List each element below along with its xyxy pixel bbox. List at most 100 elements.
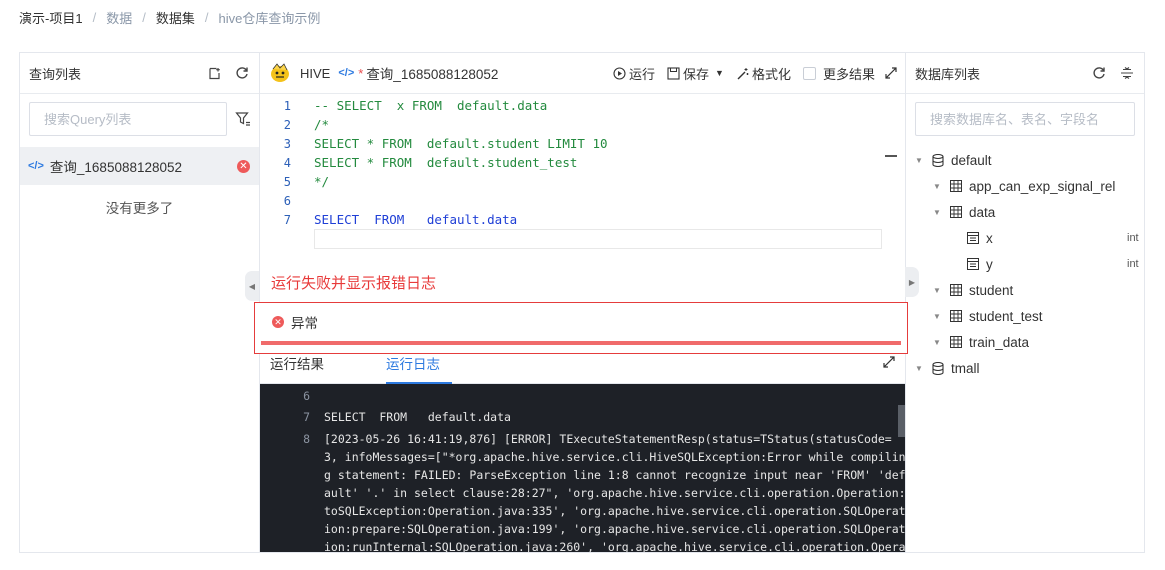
code-line: 1 -- SELECT x FROM default.data	[260, 96, 885, 115]
log-line-number: 8	[303, 432, 310, 446]
chevron-down-icon[interactable]: ▼	[933, 312, 941, 321]
play-icon	[613, 66, 626, 80]
sql-editor[interactable]: 1 -- SELECT x FROM default.data 2 /* 3 S…	[260, 94, 905, 264]
magic-wand-icon	[737, 67, 749, 79]
column-icon	[967, 258, 979, 270]
tab-run-log[interactable]: 运行日志	[386, 354, 452, 384]
collapse-right-handle[interactable]: ▶	[905, 267, 919, 297]
database-list-panel: 数据库列表 ▼ default ▼ app_can_exp_signal_rel	[905, 53, 1144, 552]
collapse-left-handle[interactable]: ◀	[245, 271, 259, 301]
tab-run-results[interactable]: 运行结果	[270, 354, 324, 384]
line-number: 5	[283, 174, 291, 189]
tree-label: tmall	[951, 360, 980, 376]
table-icon	[950, 336, 962, 348]
tree-label: app_can_exp_signal_rel	[969, 178, 1116, 194]
active-line-highlight	[314, 229, 882, 249]
chevron-down-icon[interactable]: ▼	[933, 208, 941, 217]
chevron-down-icon[interactable]: ▼	[933, 286, 941, 295]
editor-toolbar: HIVE </> * 查询_1685088128052 运行 保存 ▼ 格式化 …	[260, 53, 905, 94]
breadcrumb-separator: /	[204, 9, 209, 25]
table-icon	[950, 284, 962, 296]
chevron-down-icon[interactable]: ▼	[933, 338, 941, 347]
query-item-name: 查询_1685088128052	[49, 160, 183, 175]
code-line: 3 SELECT * FROM default.student LIMIT 10	[260, 134, 885, 153]
query-list-item[interactable]: </> 查询_1685088128052 ✕	[20, 147, 259, 185]
annotation-text: 运行失败并显示报错日志	[271, 275, 437, 292]
log-scrollbar[interactable]	[898, 405, 905, 437]
column-type: int	[1127, 232, 1139, 244]
delete-query-icon[interactable]: ✕	[237, 159, 250, 173]
code-line: 7 SELECT FROM default.data	[260, 210, 885, 229]
run-button[interactable]: 运行	[613, 64, 655, 83]
chevron-down-icon[interactable]: ▼	[715, 68, 724, 78]
line-number: 7	[283, 212, 291, 227]
tree-column-x[interactable]: x int	[967, 227, 1139, 249]
log-text: 3, infoMessages=["*org.apache.hive.servi…	[324, 450, 905, 464]
table-icon	[950, 310, 962, 322]
save-button[interactable]: 保存 ▼	[667, 64, 724, 83]
expand-icon[interactable]	[883, 356, 895, 371]
result-tabs: 运行结果 运行日志	[260, 354, 905, 384]
log-text: g statement: FAILED: ParseException line…	[324, 468, 905, 482]
breadcrumb-data[interactable]: 数据	[106, 8, 132, 27]
line-number: 3	[283, 136, 291, 151]
code-text: /*	[314, 117, 330, 132]
code-text: SELECT FROM default.data	[314, 212, 518, 227]
collapse-editor-icon[interactable]	[885, 155, 897, 157]
filter-icon[interactable]	[235, 111, 251, 127]
tree-label: data	[969, 204, 996, 220]
line-number: 4	[283, 155, 291, 170]
editor-tab-name: 查询_1685088128052	[366, 67, 499, 82]
tree-table-student-test[interactable]: ▼ student_test	[933, 305, 1043, 327]
breadcrumb: 演示-项目1 / 数据 / 数据集 / hive仓库查询示例	[19, 8, 320, 26]
tree-db-default[interactable]: ▼ default	[915, 149, 992, 171]
table-icon	[950, 206, 962, 218]
code-icon: </>	[338, 67, 355, 79]
more-results-label: 更多结果	[822, 66, 875, 82]
tree-table-train-data[interactable]: ▼ train_data	[933, 331, 1029, 353]
refresh-icon[interactable]	[1091, 65, 1107, 81]
more-results-checkbox[interactable]	[802, 66, 816, 80]
log-text: ion:prepare:SQLOperation.java:199', 'org…	[324, 522, 905, 536]
collapse-all-icon[interactable]	[1119, 65, 1135, 81]
chevron-down-icon[interactable]: ▼	[933, 182, 941, 191]
database-list-title: 数据库列表	[915, 66, 981, 82]
tree-label: train_data	[969, 334, 1030, 350]
database-list-header: 数据库列表	[906, 53, 1144, 94]
code-text: SELECT * FROM default.student_test	[314, 155, 578, 170]
log-text: SELECT FROM default.data	[324, 410, 511, 424]
database-icon	[932, 361, 944, 375]
tree-label: student_test	[969, 308, 1043, 324]
query-list-title: 查询列表	[29, 66, 82, 82]
database-search-row	[906, 94, 1144, 144]
database-search-input[interactable]	[915, 102, 1135, 136]
log-text: toSQLException:Operation.java:335', 'org…	[324, 504, 905, 518]
chevron-down-icon[interactable]: ▼	[915, 364, 923, 373]
tree-table-student[interactable]: ▼ student	[933, 279, 1013, 301]
fullscreen-icon[interactable]	[885, 67, 897, 79]
save-label: 保存	[683, 66, 710, 82]
run-log-console[interactable]: 6 7 SELECT FROM default.data 8 [2023-05-…	[260, 384, 905, 552]
tree-table-app-can-exp-signal-rel[interactable]: ▼ app_can_exp_signal_rel	[933, 175, 1115, 197]
tree-label: y	[986, 256, 993, 272]
more-results-toggle[interactable]: 更多结果	[802, 64, 875, 83]
new-query-icon[interactable]	[206, 65, 222, 81]
format-button[interactable]: 格式化	[736, 64, 791, 83]
tree-column-y[interactable]: y int	[967, 253, 1139, 275]
unsaved-marker: *	[358, 65, 364, 81]
breadcrumb-project[interactable]: 演示-项目1	[19, 8, 83, 27]
log-line-number: 7	[303, 410, 310, 424]
error-label: 异常	[291, 316, 318, 331]
refresh-icon[interactable]	[234, 65, 250, 81]
breadcrumb-dataset[interactable]: 数据集	[156, 8, 195, 27]
code-text: */	[314, 174, 330, 189]
tree-db-tmall[interactable]: ▼ tmall	[915, 357, 980, 379]
error-icon: ✕	[272, 316, 284, 328]
log-text: ault' '.' in select clause:28:27", 'org.…	[324, 486, 905, 500]
tree-table-data[interactable]: ▼ data	[933, 201, 995, 223]
error-progress-bar	[261, 341, 901, 345]
query-search-input[interactable]	[29, 102, 227, 136]
table-icon	[950, 180, 962, 192]
chevron-down-icon[interactable]: ▼	[915, 156, 923, 165]
code-text: SELECT * FROM default.student LIMIT 10	[314, 136, 608, 151]
